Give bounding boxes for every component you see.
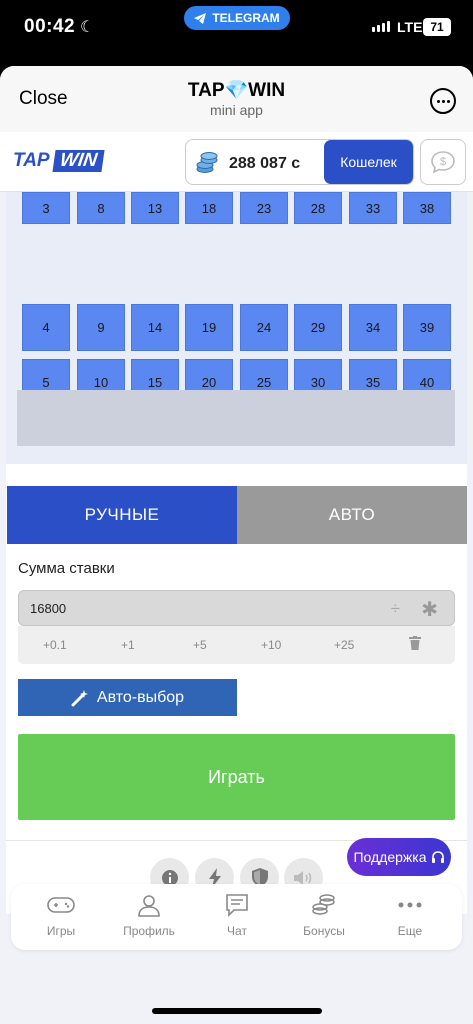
app-header: TAP WIN 288 087 с Кошелек $ <box>0 132 473 192</box>
nav-label: Игры <box>46 924 76 938</box>
balance-value: 288 087 с <box>229 155 301 172</box>
tab-manual[interactable]: РУЧНЫЕ <box>7 486 237 544</box>
bet-amount-input[interactable]: 16800 ÷ ✱ <box>18 590 455 626</box>
grid-cell[interactable]: 23 <box>240 192 288 224</box>
nav-games[interactable]: Игры <box>17 884 105 950</box>
mini-app-bar: Close TAP💎WIN mini app <box>0 66 473 132</box>
logo-tap: TAP <box>13 150 50 171</box>
nav-label: Еще <box>397 924 423 938</box>
grid-cell[interactable]: 39 <box>403 304 451 351</box>
bottom-nav: Игры Профиль Чат Бонусы Еще <box>11 884 462 950</box>
nav-chat[interactable]: Чат <box>193 884 281 950</box>
quick-add-button[interactable]: +10 <box>261 638 281 652</box>
grid-cell[interactable]: 28 <box>294 192 342 224</box>
nav-label: Бонусы <box>303 924 345 938</box>
grid-cell[interactable]: 9 <box>77 304 125 351</box>
telegram-pill[interactable]: TELEGRAM <box>184 6 290 30</box>
mini-app-sheet: Close TAP💎WIN mini app TAP WIN 288 087 с… <box>0 66 473 1024</box>
svg-text:$: $ <box>440 156 446 168</box>
grid-cell[interactable]: 13 <box>131 192 179 224</box>
home-indicator <box>152 1008 322 1014</box>
chat-icon <box>223 892 251 918</box>
status-time: 00:42 <box>24 16 76 37</box>
bet-amount-label: Сумма ставки <box>18 560 115 577</box>
divide-button[interactable]: ÷ <box>391 599 400 619</box>
coins-icon <box>310 892 338 918</box>
number-grid-area: 3 8 13 18 23 28 33 38 4 9 14 19 24 29 34… <box>6 192 467 464</box>
grid-cell[interactable]: 38 <box>403 192 451 224</box>
grid-cell[interactable]: 14 <box>131 304 179 351</box>
trash-icon[interactable] <box>409 636 421 650</box>
grid-cell[interactable]: 34 <box>349 304 397 351</box>
nav-label: Чат <box>227 924 247 938</box>
grid-cell[interactable]: 33 <box>349 192 397 224</box>
multiply-button[interactable]: ✱ <box>421 597 438 622</box>
auto-pick-label: Авто-выбор <box>96 688 185 706</box>
support-label: Поддержка <box>353 849 427 865</box>
nav-profile[interactable]: Профиль <box>105 884 193 950</box>
grid-cell[interactable]: 18 <box>185 192 233 224</box>
nav-bonuses[interactable]: Бонусы <box>280 884 368 950</box>
grid-cell[interactable]: 19 <box>185 304 233 351</box>
status-bar: 00:42 ☾ TELEGRAM LTE 71 <box>0 0 473 56</box>
nav-label: Профиль <box>123 924 175 938</box>
telegram-icon <box>194 12 207 24</box>
gamepad-icon <box>47 892 75 918</box>
headphones-icon <box>431 851 444 863</box>
signal-icon <box>372 21 390 32</box>
logo[interactable]: TAP WIN <box>13 150 105 172</box>
grid-cell[interactable]: 3 <box>22 192 70 224</box>
tab-auto[interactable]: АВТО <box>237 486 467 544</box>
network-label: LTE <box>397 19 423 35</box>
play-button[interactable]: Играть <box>18 734 455 820</box>
more-icon <box>396 892 424 918</box>
wallet-button[interactable]: Кошелек <box>324 140 413 184</box>
auto-pick-button[interactable]: Авто-выбор <box>18 679 237 716</box>
grid-cell[interactable]: 4 <box>22 304 70 351</box>
dollar-icon: $ <box>431 151 455 174</box>
mini-app-subtitle: mini app <box>210 102 263 118</box>
grid-cell[interactable]: 29 <box>294 304 342 351</box>
nav-more[interactable]: Еще <box>366 884 454 950</box>
battery-icon: 71 <box>423 18 451 36</box>
quick-add-row: +0.1 +1 +5 +10 +25 <box>18 626 455 664</box>
telegram-label: TELEGRAM <box>212 11 280 25</box>
quick-add-button[interactable]: +5 <box>193 638 207 652</box>
logo-win: WIN <box>52 150 105 172</box>
quick-add-button[interactable]: +0.1 <box>43 638 67 652</box>
battery-level: 71 <box>430 20 444 34</box>
mini-app-title: TAP💎WIN <box>187 80 286 101</box>
support-button[interactable]: Поддержка <box>347 838 451 876</box>
quick-add-button[interactable]: +25 <box>334 638 354 652</box>
result-bar <box>17 390 455 446</box>
magic-wand-icon <box>71 689 88 706</box>
coins-icon <box>196 152 218 173</box>
quick-add-button[interactable]: +1 <box>121 638 135 652</box>
grid-cell[interactable]: 8 <box>77 192 125 224</box>
bet-amount-value: 16800 <box>30 601 67 616</box>
grid-cell[interactable]: 24 <box>240 304 288 351</box>
moon-icon: ☾ <box>80 19 95 36</box>
dollar-chat-button[interactable]: $ <box>420 139 466 185</box>
more-options-button[interactable] <box>430 88 456 114</box>
user-icon <box>135 892 163 918</box>
balance-box: 288 087 с Кошелек <box>185 139 414 185</box>
